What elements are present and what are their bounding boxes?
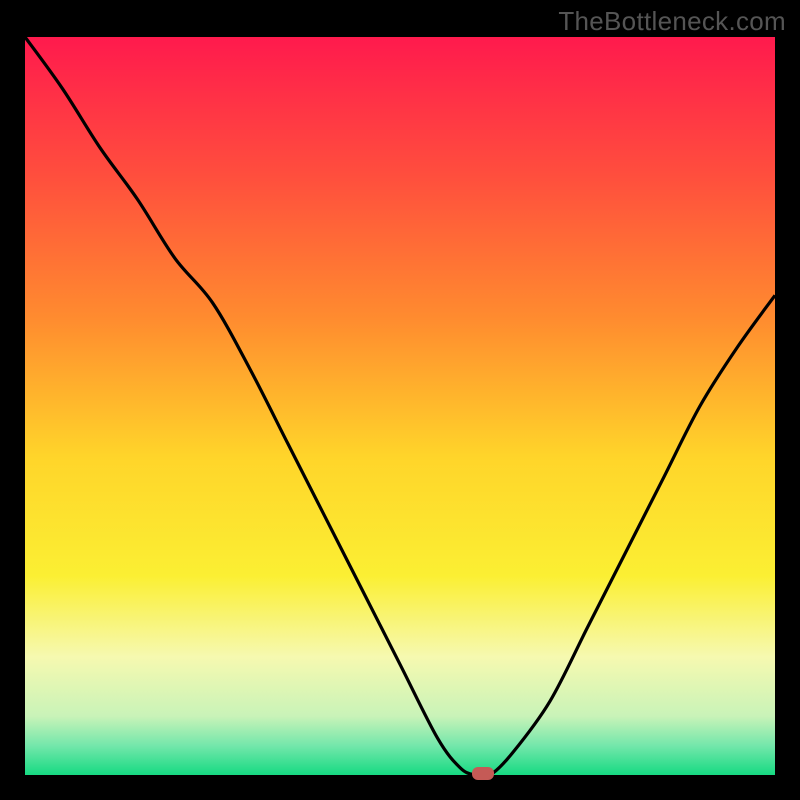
chart-container: TheBottleneck.com bbox=[0, 0, 800, 800]
curve-layer bbox=[25, 37, 775, 775]
plot-area bbox=[25, 37, 775, 775]
watermark-text: TheBottleneck.com bbox=[558, 6, 786, 37]
minimum-marker bbox=[472, 767, 494, 780]
bottleneck-curve-path bbox=[25, 37, 775, 777]
